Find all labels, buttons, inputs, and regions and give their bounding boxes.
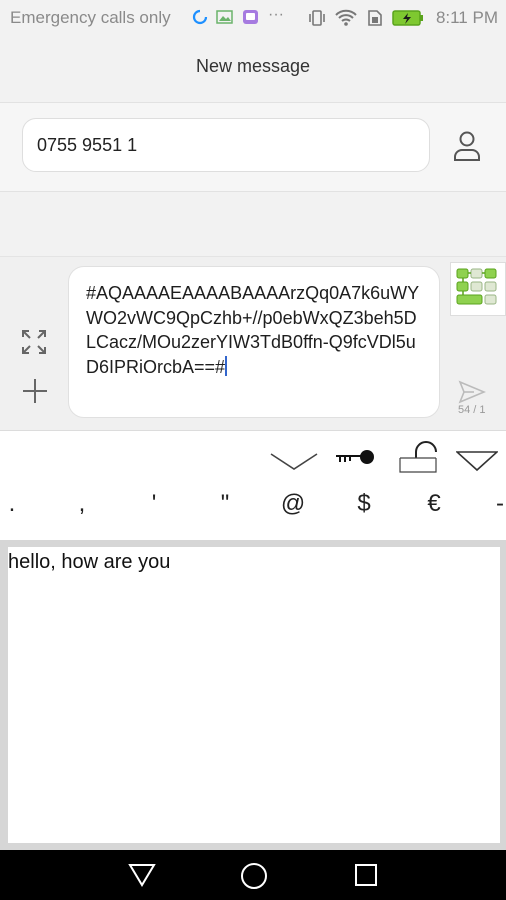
back-icon[interactable] bbox=[128, 862, 156, 893]
symbol-key[interactable]: , bbox=[62, 490, 102, 518]
triangle-down-icon[interactable] bbox=[454, 450, 500, 477]
symbol-key[interactable]: - bbox=[480, 490, 506, 518]
message-input[interactable]: #AQAAAAEAAAABAAAArzQq0A7k6uWYWO2vWC9QpCz… bbox=[68, 266, 440, 418]
char-count: 54 / 1 bbox=[458, 404, 486, 416]
sync-icon bbox=[192, 9, 208, 30]
battery-charging-icon bbox=[392, 10, 424, 31]
home-icon[interactable] bbox=[240, 862, 268, 895]
add-icon[interactable] bbox=[22, 378, 48, 409]
image-icon bbox=[216, 9, 234, 30]
symbol-key[interactable]: € bbox=[414, 490, 454, 518]
symbol-key[interactable]: @ bbox=[273, 490, 313, 518]
unlock-icon[interactable] bbox=[398, 440, 442, 479]
recents-icon[interactable] bbox=[354, 863, 378, 892]
carrier-text: Emergency calls only bbox=[10, 8, 171, 27]
more-dots-icon: ··· bbox=[268, 6, 284, 23]
sim-icon bbox=[366, 9, 384, 32]
status-time: 8:11 PM bbox=[435, 8, 498, 27]
page-title: New message bbox=[195, 56, 311, 76]
key-icon[interactable] bbox=[335, 448, 377, 471]
chevron-down-icon[interactable] bbox=[270, 452, 318, 477]
wifi-icon bbox=[334, 9, 358, 32]
app-icon bbox=[242, 9, 259, 30]
symbol-key[interactable]: " bbox=[205, 490, 245, 518]
input-panel-text: hello, how are you bbox=[8, 551, 171, 573]
input-panel[interactable]: hello, how are you bbox=[8, 547, 500, 843]
symbol-key[interactable]: ' bbox=[134, 490, 174, 518]
symbol-key[interactable]: $ bbox=[344, 490, 384, 518]
contact-icon[interactable] bbox=[452, 130, 482, 167]
message-text: #AQAAAAEAAAABAAAArzQq0A7k6uWYWO2vWC9QpCz… bbox=[86, 283, 420, 377]
vibrate-icon bbox=[308, 9, 326, 32]
recipient-input[interactable]: 0755 9551 1 bbox=[22, 118, 430, 172]
symbol-key[interactable]: . bbox=[0, 490, 32, 518]
text-cursor bbox=[225, 355, 228, 376]
expand-icon[interactable] bbox=[20, 328, 48, 361]
app-grid-icon[interactable] bbox=[450, 262, 506, 316]
